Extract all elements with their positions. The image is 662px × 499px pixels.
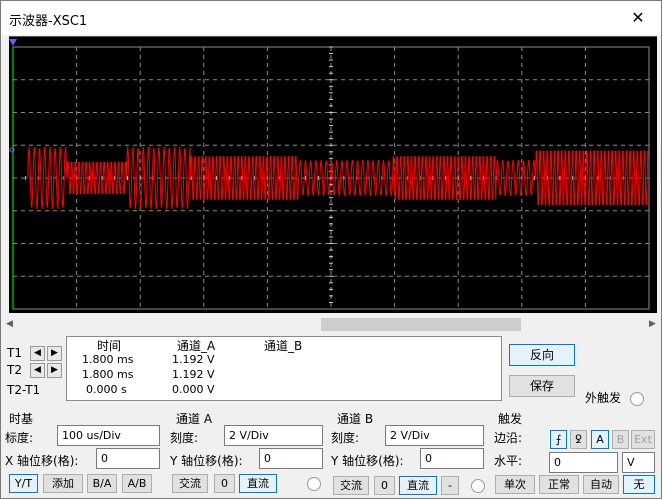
t2-time-value: 1.800 ms (82, 368, 134, 381)
scroll-thumb[interactable] (321, 318, 521, 331)
channel-b-zero-button[interactable]: 0 (374, 476, 395, 495)
rising-edge-icon[interactable]: ⨍ (550, 430, 567, 449)
trigger-auto-button[interactable]: 自动 (583, 475, 619, 494)
t2-t1-label: T2-T1 (7, 383, 41, 397)
delta-a-value: 0.000 V (172, 383, 215, 396)
channel-a-ac-button[interactable]: 交流 (172, 474, 208, 493)
timebase-scale-field[interactable]: 100 us/Div (57, 425, 160, 446)
channel-a-trace (27, 147, 649, 209)
channel-a-ypos-field[interactable]: 0 (259, 448, 323, 469)
t1-time-value: 1.800 ms (82, 353, 134, 366)
channel-a-zero-button[interactable]: 0 (214, 474, 235, 493)
channel-a-radio[interactable] (307, 477, 321, 491)
channel-a-ypos-label: Y 轴位移(格): (170, 454, 243, 468)
channel-b-ypos-label: Y 轴位移(格): (331, 454, 404, 468)
col-channel-b-header: 通道_B (264, 339, 303, 353)
channel-b-title: 通道 B (337, 412, 374, 426)
trigger-title: 触发 (498, 412, 523, 426)
channel-b-ac-button[interactable]: 交流 (333, 476, 369, 495)
mode-add-button[interactable]: 添加 (43, 474, 83, 493)
t1-a-value: 1.192 V (172, 353, 215, 366)
scroll-left-icon[interactable]: ◀ (1, 316, 18, 333)
trigger-source-a-button[interactable]: A (591, 430, 609, 449)
channel-b-scale-label: 刻度: (331, 431, 360, 445)
title-bar: 示波器-XSC1 ✕ (1, 1, 661, 35)
scroll-right-icon[interactable]: ▶ (644, 316, 661, 333)
channel-b-ypos-field[interactable]: 0 (420, 448, 484, 469)
trigger-level-label: 水平: (494, 454, 523, 468)
t2-right-arrow-icon[interactable]: ▶ (47, 363, 62, 378)
mode-ba-button[interactable]: B/A (87, 474, 117, 493)
trigger-edge-label: 边沿: (494, 431, 523, 445)
trigger-level-field[interactable]: 0 (549, 452, 618, 473)
channel-a-dc-button[interactable]: 直流 (239, 474, 277, 493)
t2-left-arrow-icon[interactable]: ◀ (30, 363, 45, 378)
t2-label: T2 (7, 363, 22, 377)
trigger-level-unit[interactable]: V (622, 452, 655, 473)
timebase-xpos-label: X 轴位移(格): (5, 454, 79, 468)
mode-yt-button[interactable]: Y/T (9, 474, 38, 493)
window-title: 示波器-XSC1 (9, 14, 88, 29)
trigger-none-button[interactable]: 无 (623, 475, 655, 494)
reverse-button[interactable]: 反向 (509, 344, 575, 366)
col-time-header: 时间 (97, 339, 122, 353)
t1-left-arrow-icon[interactable]: ◀ (30, 346, 45, 361)
t1-right-arrow-icon[interactable]: ▶ (47, 346, 62, 361)
close-icon[interactable]: ✕ (615, 1, 661, 35)
horizontal-scrollbar[interactable]: ◀ ▶ (1, 316, 661, 333)
trigger-single-button[interactable]: 单次 (495, 475, 535, 494)
timebase-xpos-field[interactable]: 0 (96, 448, 160, 469)
channel-b-dc-button[interactable]: 直流 (399, 476, 437, 495)
ext-trigger-label: 外触发 (585, 391, 622, 405)
channel-a-scale-field[interactable]: 2 V/Div (224, 425, 323, 446)
cursor-readout-table: 时间 通道_A 通道_B 1.800 ms 1.192 V 1.800 ms 1… (66, 336, 502, 401)
channel-b-minus-button[interactable]: - (441, 476, 459, 495)
mode-ab-button[interactable]: A/B (122, 474, 152, 493)
trigger-normal-button[interactable]: 正常 (539, 475, 579, 494)
channel-b-scale-field[interactable]: 2 V/Div (385, 425, 484, 446)
trigger-source-ext-button[interactable]: Ext (631, 430, 655, 449)
channel-a-title: 通道 A (176, 412, 213, 426)
oscilloscope-screen (9, 36, 657, 313)
falling-edge-icon[interactable]: ꝿ (570, 430, 587, 449)
col-channel-a-header: 通道_A (177, 339, 216, 353)
waveform-plot (9, 39, 650, 310)
timebase-title: 时基 (9, 412, 34, 426)
trigger-source-b-button[interactable]: B (612, 430, 629, 449)
channel-a-scale-label: 刻度: (170, 431, 199, 445)
delta-time-value: 0.000 s (86, 383, 127, 396)
oscilloscope-window: 示波器-XSC1 ✕ ◀ ▶ T1 ◀ ▶ T2 ◀ ▶ T2-T1 时间 通道… (0, 0, 662, 499)
ext-trigger-radio[interactable] (630, 392, 644, 406)
t2-a-value: 1.192 V (172, 368, 215, 381)
channel-b-radio[interactable] (471, 479, 485, 493)
cursor-t1-marker-icon (9, 39, 17, 46)
timebase-scale-label: 标度: (5, 431, 34, 445)
save-button[interactable]: 保存 (509, 375, 575, 397)
t1-label: T1 (7, 346, 22, 360)
